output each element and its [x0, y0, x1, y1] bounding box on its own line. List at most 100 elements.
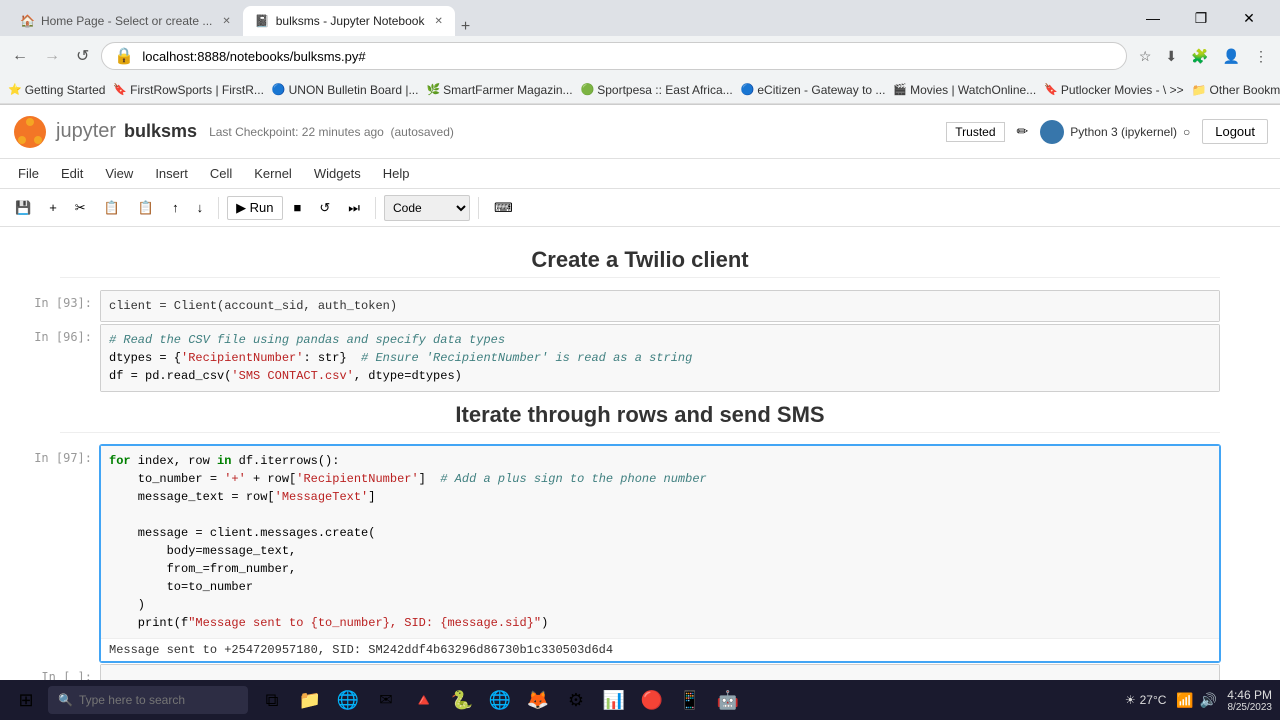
stop-button[interactable]: ■	[287, 196, 309, 219]
volume-icon[interactable]: 🔊	[1200, 692, 1217, 709]
mail-icon[interactable]: ✉	[370, 684, 402, 716]
menu-edit[interactable]: Edit	[51, 164, 93, 183]
taskbar: ⊞ 🔍 ⧉ 📁 🌐 ✉ 🔺 🐍 🌐 🦊 ⚙ 📊 🔴 📱 🤖 ☀ 27°C 📶 🔊…	[0, 680, 1280, 720]
edit-icon[interactable]: ✏	[1017, 123, 1029, 140]
file-explorer-icon[interactable]: 📁	[294, 684, 326, 716]
trusted-button[interactable]: Trusted	[946, 122, 1004, 142]
bookmark-unon[interactable]: 🔵 UNON Bulletin Board |...	[272, 83, 419, 97]
copy-button[interactable]: 📋	[97, 196, 127, 220]
bookmark-movies[interactable]: 🎬 Movies | WatchOnline...	[893, 83, 1036, 97]
cell-93-label: In [93]:	[0, 290, 100, 310]
chrome-icon[interactable]: 🌐	[484, 684, 516, 716]
jupyter-logo: jupyter	[12, 114, 116, 150]
twilio-section-heading: Create a Twilio client	[60, 239, 1220, 286]
notebook-name[interactable]: bulksms	[124, 121, 197, 142]
bookmark-putlocker-icon: 🔖	[1044, 83, 1058, 96]
menu-kernel[interactable]: Kernel	[244, 164, 302, 183]
bookmark-putlocker[interactable]: 🔖 Putlocker Movies - \ >>	[1044, 83, 1183, 97]
browser-icons: ☆ ⬇ 🧩 👤 ⋮	[1135, 44, 1272, 69]
cell-96-code[interactable]: # Read the CSV file using pandas and spe…	[101, 325, 1219, 391]
phone-icon[interactable]: 📱	[674, 684, 706, 716]
python-taskbar-icon[interactable]: 🐍	[446, 684, 478, 716]
bookmark-smartfarmer-icon: 🌿	[426, 83, 440, 96]
save-button[interactable]: 💾	[8, 196, 38, 220]
bookmark-other[interactable]: 📁 Other Bookmarks	[1192, 83, 1280, 97]
bookmark-ecitizen[interactable]: 🔵 eCitizen - Gateway to ...	[741, 83, 886, 97]
maximize-button[interactable]: ❐	[1178, 2, 1224, 34]
add-cell-button[interactable]: +	[42, 196, 64, 219]
menu-help[interactable]: Help	[373, 164, 420, 183]
keyboard-button[interactable]: ⌨	[487, 196, 520, 220]
vlc-icon[interactable]: 🔺	[408, 684, 440, 716]
android-icon[interactable]: 🤖	[712, 684, 744, 716]
menu-insert[interactable]: Insert	[145, 164, 198, 183]
network-icon[interactable]: 📶	[1176, 692, 1193, 709]
bookmark-movies-icon: 🎬	[893, 83, 907, 96]
empty-cell-code[interactable]	[101, 665, 1219, 681]
bookmark-firstrow[interactable]: 🔖 FirstRowSports | FirstR...	[113, 83, 264, 97]
tab-jupyter[interactable]: 📓 bulksms - Jupyter Notebook ✕	[243, 6, 455, 36]
move-down-button[interactable]: ↓	[190, 196, 211, 219]
tab-home[interactable]: 🏠 Home Page - Select or create ... ✕	[8, 6, 243, 36]
cell-93-code[interactable]: client = Client(account_sid, auth_token)	[101, 291, 1219, 321]
extensions-icon[interactable]: 🧩	[1187, 44, 1212, 69]
star-icon[interactable]: ☆	[1135, 44, 1156, 69]
menu-cell[interactable]: Cell	[200, 164, 242, 183]
settings-icon[interactable]: ⚙	[560, 684, 592, 716]
cell-97-output: Message sent to +254720957180, SID: SM24…	[101, 638, 1219, 661]
refresh-button[interactable]: ↺	[72, 42, 93, 70]
clock-date: 8/25/2023	[1227, 702, 1272, 713]
tab-bar: 🏠 Home Page - Select or create ... ✕ 📓 b…	[8, 0, 476, 36]
profile-icon[interactable]: 👤	[1219, 44, 1244, 69]
bookmark-getting-started-icon: ⭐	[8, 83, 22, 96]
move-up-button[interactable]: ↑	[165, 196, 186, 219]
logout-button[interactable]: Logout	[1202, 119, 1268, 144]
cell-type-select[interactable]: Code Markdown Raw	[384, 195, 470, 221]
bookmark-sportpesa[interactable]: 🟢 Sportpesa :: East Africa...	[581, 83, 733, 97]
menu-icon[interactable]: ⋮	[1250, 44, 1272, 69]
firefox-icon[interactable]: 🦊	[522, 684, 554, 716]
taskbar-search-input[interactable]	[79, 693, 229, 707]
cell-97-code[interactable]: for index, row in df.iterrows(): to_numb…	[101, 446, 1219, 638]
minimize-button[interactable]: —	[1130, 2, 1176, 34]
jupyter-header: jupyter bulksms Last Checkpoint: 22 minu…	[0, 105, 1280, 159]
task-view-icon[interactable]: ⧉	[256, 684, 288, 716]
other-icon[interactable]: 🔴	[636, 684, 668, 716]
restart-button[interactable]: ↺	[312, 196, 337, 220]
bookmark-smartfarmer[interactable]: 🌿 SmartFarmer Magazin...	[426, 83, 572, 97]
menu-file[interactable]: File	[8, 164, 49, 183]
menu-widgets[interactable]: Widgets	[304, 164, 371, 183]
checkpoint-info: Last Checkpoint: 22 minutes ago (autosav…	[209, 125, 454, 139]
run-button[interactable]: ▶ Run	[227, 196, 282, 220]
cell-97-body[interactable]: for index, row in df.iterrows(): to_numb…	[100, 445, 1220, 662]
browser-chrome: 🏠 Home Page - Select or create ... ✕ 📓 b…	[0, 0, 1280, 105]
cell-93-body[interactable]: client = Client(account_sid, auth_token)	[100, 290, 1220, 322]
taskbar-search[interactable]: 🔍	[48, 686, 248, 714]
cut-button[interactable]: ✂	[68, 196, 93, 220]
toolbar-separator-3	[478, 197, 479, 219]
cell-96-body[interactable]: # Read the CSV file using pandas and spe…	[100, 324, 1220, 392]
bookmark-getting-started[interactable]: ⭐ Getting Started	[8, 83, 105, 97]
empty-cell-body[interactable]	[100, 664, 1220, 681]
windows-icon: ⊞	[18, 690, 33, 711]
iterate-section-heading: Iterate through rows and send SMS	[60, 394, 1220, 441]
paste-button[interactable]: 📋	[131, 196, 161, 220]
back-button[interactable]: ←	[8, 43, 32, 69]
close-button[interactable]: ✕	[1226, 2, 1272, 34]
title-bar: 🏠 Home Page - Select or create ... ✕ 📓 b…	[0, 0, 1280, 36]
menu-view[interactable]: View	[95, 164, 143, 183]
forward-button[interactable]: →	[40, 43, 64, 69]
system-tray: 📶 🔊	[1176, 692, 1217, 709]
restart-run-button[interactable]: ⏭	[341, 196, 367, 220]
new-tab-button[interactable]: +	[455, 18, 476, 36]
browser-taskbar-icon[interactable]: 🌐	[332, 684, 364, 716]
tab-jupyter-close[interactable]: ✕	[434, 16, 442, 27]
kernel-indicator: Python 3 (ipykernel) ○	[1040, 120, 1190, 144]
start-button[interactable]: ⊞	[8, 682, 44, 718]
address-input[interactable]	[142, 49, 1114, 64]
cell-96: In [96]: # Read the CSV file using panda…	[0, 324, 1280, 392]
excel-icon[interactable]: 📊	[598, 684, 630, 716]
cell-96-label: In [96]:	[0, 324, 100, 344]
tab-home-close[interactable]: ✕	[222, 16, 230, 27]
download-icon[interactable]: ⬇	[1161, 44, 1181, 69]
